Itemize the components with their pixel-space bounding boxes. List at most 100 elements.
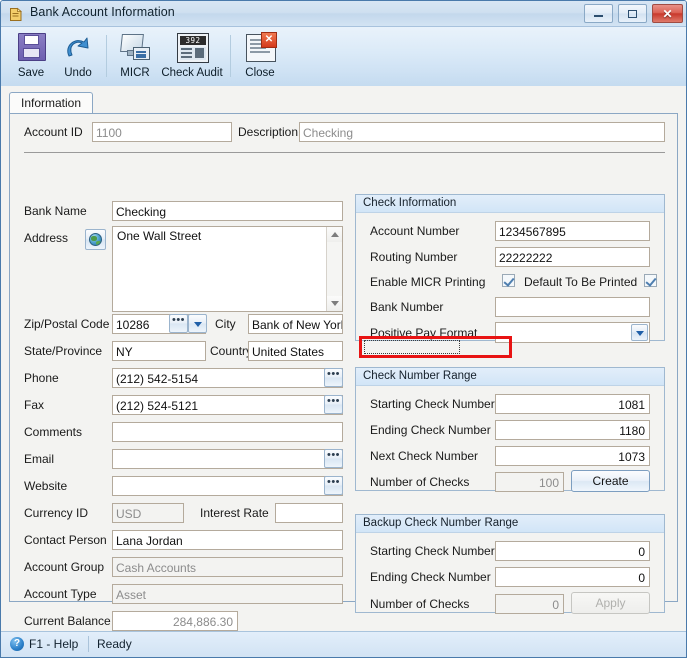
toolbar-save-button[interactable]: Save xyxy=(9,30,53,84)
enable-micr-printing-checkbox[interactable] xyxy=(502,274,515,287)
country-field[interactable]: United States xyxy=(248,341,343,361)
backup-number-of-checks-field: 0 xyxy=(495,594,564,614)
close-button[interactable]: ✕ xyxy=(652,4,683,23)
fax-lookup-button[interactable]: ••• xyxy=(324,395,343,414)
check-information-group: Check Information Account Number 1234567… xyxy=(355,194,665,343)
address-map-button[interactable] xyxy=(85,229,106,250)
tab-information-label: Information xyxy=(21,96,82,110)
bank-number-label: Bank Number xyxy=(370,300,444,314)
address-scrollbar[interactable] xyxy=(326,227,342,311)
next-check-number-field[interactable]: 1073 xyxy=(495,446,650,466)
fax-field[interactable]: (212) 524-5121 xyxy=(112,395,343,415)
bank-name-field[interactable]: Checking xyxy=(112,201,343,221)
toolbar-undo-label: Undo xyxy=(64,67,92,79)
backup-check-number-range-title: Backup Check Number Range xyxy=(356,515,664,533)
backup-check-number-range-group: Backup Check Number Range Starting Check… xyxy=(355,514,665,614)
toolbar-separator-2 xyxy=(230,35,231,77)
enable-micr-printing-label: Enable MICR Printing xyxy=(370,275,486,289)
email-field[interactable] xyxy=(112,449,343,469)
description-field[interactable]: Checking xyxy=(299,122,665,142)
help-icon[interactable]: ? xyxy=(10,637,24,651)
phone-label: Phone xyxy=(24,371,59,385)
country-label: Country xyxy=(210,344,253,358)
positive-pay-format-combo[interactable] xyxy=(495,322,650,343)
account-type-field[interactable]: Asset xyxy=(112,584,343,604)
information-tab-panel: Account ID 1100 Description Checking Ban… xyxy=(9,113,678,631)
comments-field[interactable] xyxy=(112,422,343,442)
phone-field[interactable]: (212) 542-5154 xyxy=(112,368,343,388)
check-number-range-group: Check Number Range Starting Check Number… xyxy=(355,367,665,492)
starting-check-number-field[interactable]: 1081 xyxy=(495,394,650,414)
website-field[interactable] xyxy=(112,476,343,496)
toolbar-close-button[interactable]: ✕ Close xyxy=(238,30,282,84)
account-group-field[interactable]: Cash Accounts xyxy=(112,557,343,577)
account-number-label: Account Number xyxy=(370,224,460,238)
default-to-be-printed-checkbox[interactable] xyxy=(644,274,657,287)
ending-check-number-field[interactable]: 1180 xyxy=(495,420,650,440)
address-value: One Wall Street xyxy=(117,229,202,243)
zip-lookup-button[interactable]: ••• xyxy=(169,314,188,333)
account-number-field[interactable]: 1234567895 xyxy=(495,221,650,241)
account-group-label: Account Group xyxy=(24,560,105,574)
close-window-icon: ✕ xyxy=(243,31,277,65)
backup-ending-check-number-field[interactable]: 0 xyxy=(495,567,650,587)
minimize-icon xyxy=(585,5,612,22)
current-balance-field: 284,886.30 xyxy=(112,611,238,631)
window-title: Bank Account Information xyxy=(30,5,175,19)
account-id-label: Account ID xyxy=(24,125,83,139)
help-label[interactable]: F1 - Help xyxy=(29,637,78,651)
email-lookup-button[interactable]: ••• xyxy=(324,449,343,468)
tab-information[interactable]: Information xyxy=(9,92,94,114)
number-of-checks-label: Number of Checks xyxy=(370,475,470,489)
email-label: Email xyxy=(24,452,55,466)
contact-person-label: Contact Person xyxy=(24,533,107,547)
bank-number-field[interactable] xyxy=(495,297,650,317)
comments-label: Comments xyxy=(24,425,83,439)
check-audit-display: 392 xyxy=(180,36,206,45)
toolbar-undo-button[interactable]: Undo xyxy=(56,30,100,84)
phone-lookup-button[interactable]: ••• xyxy=(324,368,343,387)
next-check-number-label: Next Check Number xyxy=(370,449,479,463)
chevron-down-icon[interactable] xyxy=(631,324,648,341)
city-label: City xyxy=(215,317,236,331)
routing-number-field[interactable]: 22222222 xyxy=(495,247,650,267)
zip-label: Zip/Postal Code xyxy=(24,317,110,331)
contact-person-field[interactable]: Lana Jordan xyxy=(112,530,343,550)
title-bar: Bank Account Information ✕ xyxy=(1,1,686,27)
city-field[interactable]: Bank of New York xyxy=(248,314,343,334)
currency-id-label: Currency ID xyxy=(24,506,89,520)
minimize-button[interactable] xyxy=(584,4,613,23)
scroll-down-icon[interactable] xyxy=(327,296,342,311)
backup-starting-check-number-field[interactable]: 0 xyxy=(495,541,650,561)
state-label: State/Province xyxy=(24,344,103,358)
check-number-range-title: Check Number Range xyxy=(356,368,664,386)
interest-rate-field[interactable] xyxy=(275,503,343,523)
bank-document-icon xyxy=(8,6,24,22)
check-audit-icon: 392 xyxy=(175,31,209,65)
routing-number-label: Routing Number xyxy=(370,250,458,264)
check-information-title: Check Information xyxy=(356,195,664,213)
account-type-label: Account Type xyxy=(24,587,97,601)
maximize-button[interactable] xyxy=(618,4,647,23)
toolbar-micr-label: MICR xyxy=(120,67,150,79)
toolbar-separator-1 xyxy=(106,35,107,77)
backup-starting-check-number-label: Starting Check Number xyxy=(370,544,495,558)
website-lookup-button[interactable]: ••• xyxy=(324,476,343,495)
status-divider xyxy=(88,636,89,652)
positive-pay-format-label: Positive Pay Format xyxy=(370,326,478,340)
currency-id-field[interactable]: USD xyxy=(112,503,184,523)
scroll-up-icon[interactable] xyxy=(327,227,342,242)
toolbar-check-audit-button[interactable]: 392 Check Audit xyxy=(159,30,225,84)
zip-dropdown-button[interactable] xyxy=(188,314,207,333)
address-textarea[interactable]: One Wall Street xyxy=(112,226,343,312)
website-label: Website xyxy=(24,479,68,493)
create-button[interactable]: Create xyxy=(571,470,650,492)
toolbar-save-label: Save xyxy=(17,67,45,79)
default-to-be-printed-label: Default To Be Printed xyxy=(524,275,638,289)
toolbar-micr-button[interactable]: MICR xyxy=(113,30,157,84)
starting-check-number-label: Starting Check Number xyxy=(370,397,495,411)
backup-ending-check-number-label: Ending Check Number xyxy=(370,570,491,584)
account-id-field[interactable]: 1100 xyxy=(92,122,232,142)
state-field[interactable]: NY xyxy=(112,341,206,361)
interest-rate-label: Interest Rate xyxy=(200,506,269,520)
